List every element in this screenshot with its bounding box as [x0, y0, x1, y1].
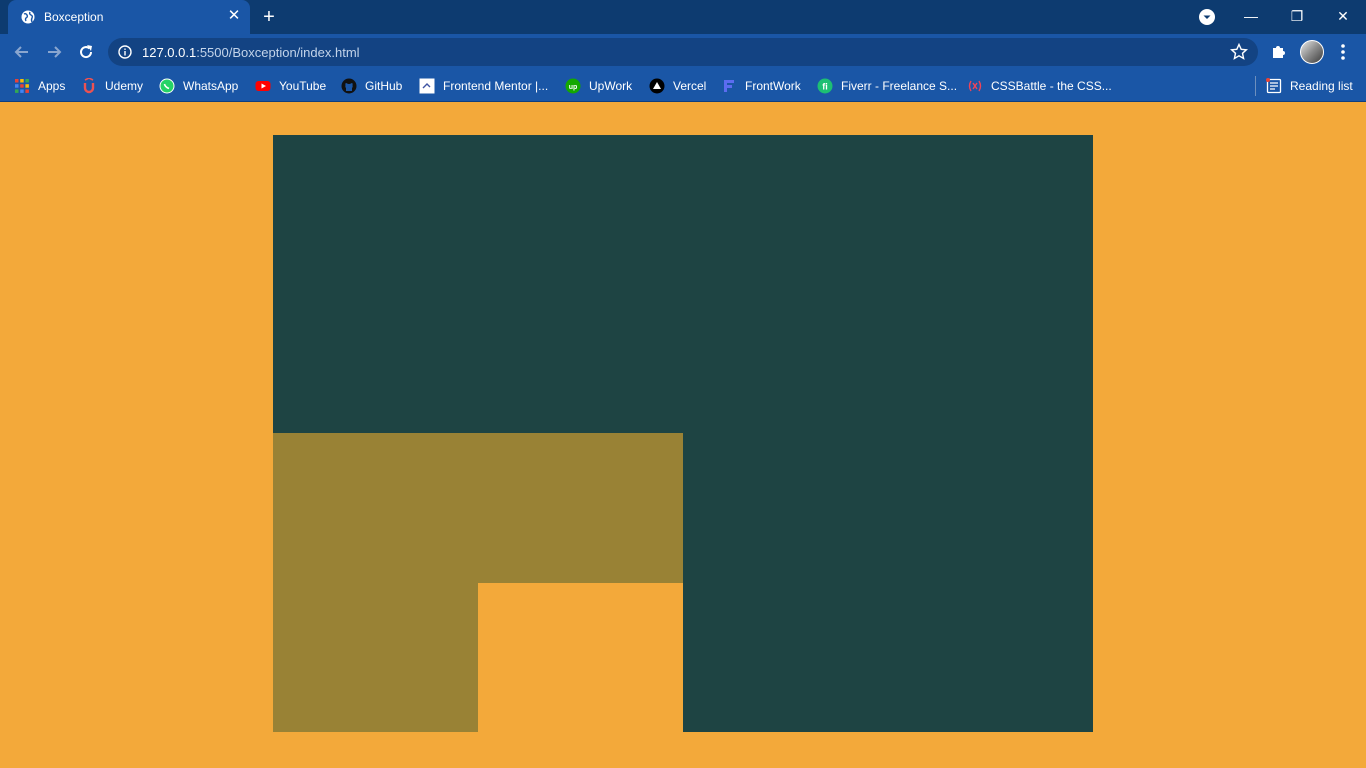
upwork-icon: up — [565, 78, 581, 94]
bookmark-upwork[interactable]: up UpWork — [565, 77, 632, 95]
fiverr-icon: fi — [817, 78, 833, 94]
bookmark-label: GitHub — [365, 79, 403, 93]
bookmark-label: YouTube — [279, 79, 327, 93]
reading-list-button[interactable]: Reading list — [1266, 77, 1353, 95]
close-window-button[interactable]: ✕ — [1328, 4, 1358, 28]
frontwork-icon — [724, 80, 734, 92]
cssbattle-icon — [968, 80, 982, 92]
globe-icon — [21, 10, 35, 24]
bookmark-udemy[interactable]: Udemy — [81, 77, 143, 95]
restore-button[interactable]: ❐ — [1282, 4, 1312, 28]
bookmark-frontend-mentor[interactable]: Frontend Mentor |... — [419, 77, 548, 95]
vercel-icon — [649, 78, 665, 94]
bookmark-label: Udemy — [105, 79, 144, 93]
bookmark-youtube[interactable]: YouTube — [255, 77, 326, 95]
youtube-icon — [255, 81, 271, 91]
minimize-button[interactable]: — — [1236, 4, 1266, 28]
bookmark-label: UpWork — [589, 79, 633, 93]
extensions-puzzle-icon[interactable] — [1270, 42, 1288, 60]
site-info-icon[interactable] — [118, 45, 132, 59]
browser-toolbar: 127.0.0.1:5500/Boxception/index.html — [0, 34, 1366, 70]
github-icon — [341, 78, 357, 94]
url-text: 127.0.0.1:5500/Boxception/index.html — [142, 45, 360, 60]
bookmark-label: Frontend Mentor |... — [443, 79, 549, 93]
inner-box — [478, 583, 683, 732]
tab-boxception[interactable]: Boxception ✕ — [8, 0, 250, 34]
tab-search-icon[interactable] — [1198, 8, 1216, 26]
url-host: 127.0.0.1 — [142, 45, 197, 60]
frontend-mentor-icon — [419, 78, 435, 94]
udemy-icon — [83, 78, 95, 94]
bookmark-vercel[interactable]: Vercel — [649, 77, 706, 95]
apps-grid-icon — [15, 79, 29, 93]
bookmark-apps[interactable]: Apps — [14, 77, 65, 95]
address-bar[interactable]: 127.0.0.1:5500/Boxception/index.html — [108, 38, 1258, 66]
bookmark-label: FrontWork — [745, 79, 801, 93]
bookmark-label: Fiverr - Freelance S... — [841, 79, 958, 93]
profile-avatar[interactable] — [1300, 40, 1324, 64]
close-tab-icon[interactable]: ✕ — [224, 6, 244, 26]
bookmark-frontwork[interactable]: FrontWork — [721, 77, 801, 95]
bookmark-label: Vercel — [673, 79, 707, 93]
bookmark-cssbattle[interactable]: CSSBattle - the CSS... — [967, 77, 1112, 95]
reading-list-icon — [1266, 78, 1282, 94]
reload-icon[interactable] — [76, 42, 96, 62]
bookmark-github[interactable]: GitHub — [341, 77, 402, 95]
new-tab-button[interactable]: + — [258, 6, 280, 28]
bookmark-star-icon[interactable] — [1230, 43, 1248, 61]
back-arrow-icon[interactable] — [12, 42, 32, 62]
tab-strip: Boxception ✕ + — ❐ ✕ — [0, 0, 1366, 34]
more-menu-icon[interactable] — [1336, 42, 1350, 62]
whatsapp-icon — [159, 78, 175, 94]
tab-title: Boxception — [44, 10, 104, 24]
svg-text:fi: fi — [822, 82, 828, 92]
bookmark-label: Apps — [38, 79, 66, 93]
bookmark-fiverr[interactable]: fi Fiverr - Freelance S... — [817, 77, 957, 95]
reading-list-label: Reading list — [1290, 79, 1353, 93]
svg-text:up: up — [569, 84, 578, 91]
bookmarks-bar: Apps Udemy WhatsApp YouTube GitHub Front… — [0, 70, 1366, 102]
bookmarks-divider — [1255, 76, 1256, 96]
bookmark-whatsapp[interactable]: WhatsApp — [159, 77, 238, 95]
bookmark-label: WhatsApp — [183, 79, 239, 93]
url-path: :5500/Boxception/index.html — [196, 45, 360, 60]
forward-arrow-icon[interactable] — [44, 42, 64, 62]
bookmark-label: CSSBattle - the CSS... — [991, 79, 1112, 93]
